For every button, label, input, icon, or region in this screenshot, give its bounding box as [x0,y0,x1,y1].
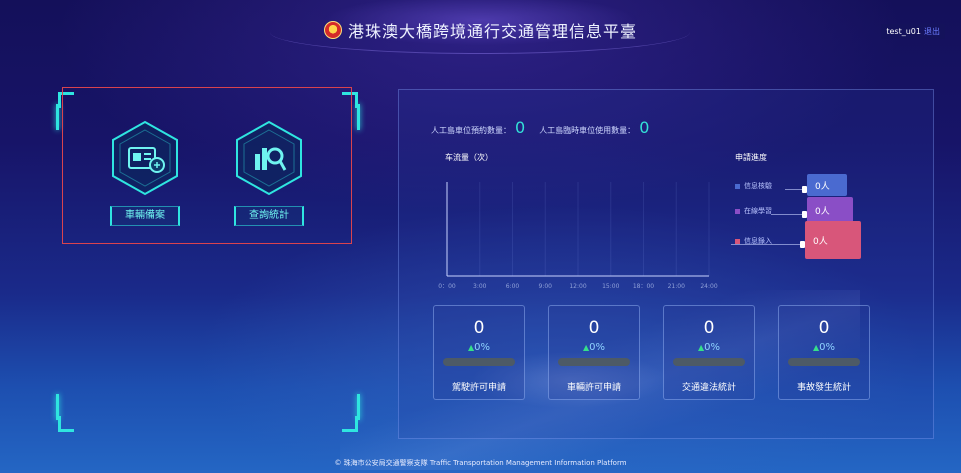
stat-percent: ▲0% [549,342,639,353]
query-statistics-icon[interactable] [229,118,309,198]
stat-label: 事故發生統計 [796,383,851,393]
stat-card-vehicle-permit[interactable]: 0 ▲0% 車輛許可申請 [548,305,640,400]
stat-label: 駕駛許可申請 [451,383,506,393]
reserved-count-value: 0 [515,118,526,137]
x-tick-label: 3:00 [473,283,487,290]
progress-label: 信息核驗 [744,182,772,190]
menu-tiles-box: 車輛備案 查詢統計 [62,87,352,244]
stat-card-accident[interactable]: 0 ▲0% 事故發生統計 [778,305,870,400]
logout-link[interactable]: 退出 [924,26,940,37]
stat-progress-bar [788,358,860,366]
title-bar: 港珠澳大橋跨境通行交通管理信息平臺 [0,18,961,42]
x-tick-label: 15:00 [602,283,619,290]
username: test_u01 [886,27,921,36]
stat-percent-value: 0% [819,342,836,353]
stat-progress-bar [443,358,515,366]
temp-count-value: 0 [639,118,650,137]
x-tick-label: 21:00 [668,283,685,290]
x-tick-label: 6:00 [506,283,520,290]
legend-swatch [735,238,740,244]
stat-percent-value: 0% [704,342,721,353]
temp-count-label: 人工島臨時車位使用數量： [539,126,636,135]
footer-copyright: © 珠海市公安局交通警察支隊 Traffic Transportation Ma… [334,459,627,467]
stat-value: 0 [473,318,485,338]
stat-percent-value: 0% [589,342,606,353]
tile-label[interactable]: 查詢統計 [234,206,304,226]
stat-percent: ▲0% [779,342,869,353]
stat-card-driving-permit[interactable]: 0 ▲0% 駕駛許可申請 [433,305,525,400]
stat-percent-value: 0% [474,342,491,353]
progress-count-card: 0人 [807,197,853,223]
police-emblem-icon [323,21,342,39]
progress-connector [771,214,803,215]
progress-connector [731,244,801,245]
legend-swatch [735,183,740,189]
dashboard-panel: 人工島車位預約數量： 0 人工島臨時車位使用數量： 0 车流量（次） 0：00 3:0… [398,89,934,439]
vehicle-registration-icon[interactable] [105,118,185,198]
stat-value: 0 [588,318,600,338]
progress-knob [802,211,807,218]
stat-value: 0 [703,318,715,338]
tile-query-statistics[interactable]: 查詢統計 [221,118,317,226]
parking-counts: 人工島車位預約數量： 0 人工島臨時車位使用數量： 0 [431,118,649,137]
traffic-chart-title: 车流量（次） [445,153,493,162]
stat-value: 0 [818,318,830,338]
corner-decoration [58,416,74,432]
x-tick-label: 0：00 [438,283,456,290]
progress-knob [802,186,807,193]
legend-swatch [735,208,740,214]
x-tick-label: 9:00 [539,283,553,290]
progress-label: 在線學習 [744,207,772,215]
x-tick-label: 18：00 [633,283,654,290]
traffic-chart: 0：00 3:00 6:00 9:00 12:00 15:00 18：00 21:00 24:0… [438,182,718,290]
stat-progress-bar [673,358,745,366]
stat-card-traffic-violation[interactable]: 0 ▲0% 交通違法統計 [663,305,755,400]
stat-label: 車輛許可申請 [566,383,621,393]
temp-count: 人工島臨時車位使用數量： 0 [539,118,649,137]
stat-progress-bar [558,358,630,366]
x-tick-label: 24:00 [700,283,717,290]
stat-percent: ▲0% [434,342,524,353]
stat-label: 交通違法統計 [681,383,736,393]
reserved-count-label: 人工島車位預約數量： [431,126,511,135]
header: 港珠澳大橋跨境通行交通管理信息平臺 test_u01 退出 [0,0,961,60]
progress-knob [800,241,805,248]
tile-vehicle-registration[interactable]: 車輛備案 [97,118,193,226]
corner-decoration [342,416,358,432]
progress-count-card: 0人 [807,174,847,196]
progress-title: 申請進度 [735,153,767,162]
stat-percent: ▲0% [664,342,754,353]
page-title: 港珠澳大橋跨境通行交通管理信息平臺 [347,22,637,41]
progress-connector [785,189,803,190]
progress-count-card: 0人 [805,221,861,259]
side-accent-bar [357,104,360,130]
side-accent-bar [56,104,59,130]
side-accent-bar [56,394,59,420]
tile-label[interactable]: 車輛備案 [110,206,180,226]
x-tick-label: 12:00 [569,283,586,290]
reserved-count: 人工島車位預約數量： 0 [431,118,525,137]
side-accent-bar [357,394,360,420]
user-box: test_u01 退出 [881,24,945,39]
